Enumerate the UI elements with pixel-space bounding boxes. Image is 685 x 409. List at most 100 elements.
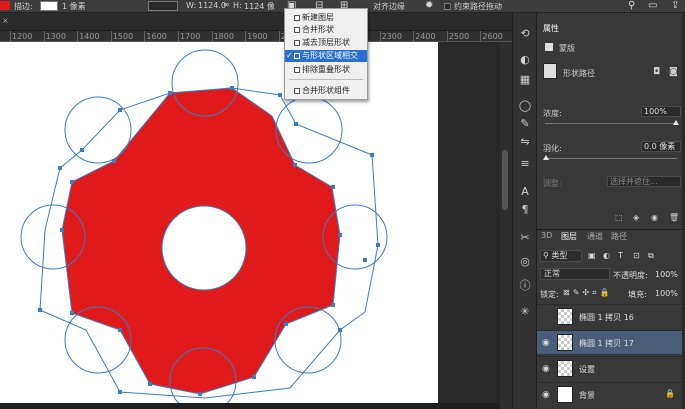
constrain-path-checkbox[interactable] [444, 3, 451, 10]
ruler-tick [178, 31, 179, 41]
ruler-tick [110, 31, 112, 41]
layer-visibility-eye-icon[interactable]: ◉ [542, 390, 550, 400]
ruler-label: 1600 [146, 32, 167, 41]
layer-row[interactable]: ◉ 设置 [537, 356, 685, 380]
check-mark-icon: ✓ [286, 51, 293, 60]
fill-color-swatch[interactable] [0, 1, 10, 10]
navigator-icon[interactable]: ◎ [518, 255, 532, 269]
mask-label: 蒙版 [559, 44, 575, 53]
filter-shape-icon[interactable]: ⊡ [633, 251, 640, 260]
vertical-scrollbar[interactable] [500, 42, 512, 409]
share-icon[interactable]: ⇪ [671, 0, 679, 11]
intersect-shape-areas-icon [294, 53, 300, 59]
menu-item-exclude-overlapping-shapes[interactable]: 排除重叠形状 [285, 64, 367, 76]
width-value[interactable]: 1124.0 [198, 1, 226, 10]
filter-adjust-icon[interactable]: ◐ [603, 251, 610, 260]
menu-item-label: 合并形状 [302, 25, 334, 34]
ruler-label: 1800 [213, 32, 234, 41]
info-icon[interactable]: ⓘ [518, 279, 532, 293]
filter-pixel-icon[interactable]: ▣ [588, 251, 596, 260]
visibility-icon[interactable]: ◉ [651, 213, 658, 222]
menu-item-merge-shape-components[interactable]: 合并形状组件 [285, 85, 367, 97]
tab-channels[interactable]: 通道 [587, 231, 603, 242]
tab-layers[interactable]: 图层 [561, 231, 577, 242]
fill-value[interactable]: 100% [655, 289, 678, 298]
layer-thumbnail [557, 386, 573, 403]
ruler-label: 2600 [482, 32, 503, 41]
layer-visibility-eye-icon[interactable]: ◉ [542, 364, 550, 374]
lock-label: 锁定: [540, 290, 559, 299]
brush-settings-icon[interactable]: ⇋ [518, 135, 532, 149]
delete-mask-icon[interactable]: 🗑 [669, 213, 679, 222]
ruler-label: 1200 [12, 32, 33, 41]
menu-item-combine-shapes[interactable]: 合并形状 [285, 24, 367, 36]
ruler-label: 1900 [247, 32, 268, 41]
paragraph-icon[interactable]: ¶ [518, 203, 532, 217]
history-icon[interactable]: ⟲ [518, 27, 532, 41]
swatches-icon[interactable]: ▦ [518, 73, 532, 87]
select-mask-icon[interactable]: ◘ [653, 67, 660, 77]
density-slider-knob[interactable] [673, 120, 679, 125]
3d-icon[interactable]: ✳ [518, 305, 532, 319]
horizontal-scrollbar[interactable] [0, 403, 500, 409]
close-tab-icon[interactable]: × [2, 16, 9, 25]
layer-row[interactable]: ◉ 椭圆 1 拷贝 17 [537, 330, 685, 354]
layer-row[interactable]: 椭圆 1 拷贝 16 [537, 304, 685, 328]
load-selection-icon[interactable]: ⬚ [615, 213, 623, 222]
settings-gear-icon[interactable]: ✹ [425, 0, 433, 11]
tools-preset-icon[interactable]: ✂ [518, 231, 532, 245]
properties-tab[interactable]: 属性 [543, 23, 559, 34]
density-field[interactable]: 100% [641, 106, 681, 117]
layer-visibility-eye-icon[interactable]: ◉ [542, 338, 550, 348]
opacity-value[interactable]: 100% [655, 270, 678, 279]
ruler-label: 1500 [112, 32, 134, 41]
align-edges-label[interactable]: 对齐边缘 [373, 1, 405, 12]
ruler-tick [10, 31, 11, 41]
menu-item-subtract-front-shape[interactable]: 减去顶层形状 [285, 37, 367, 49]
link-icon[interactable]: ∞ [223, 0, 230, 9]
document-tab-bar: × [0, 13, 512, 31]
apply-mask-icon[interactable]: ◙ [669, 67, 678, 77]
panel-icon-strip: ⟲ ◐ ▦ ◯ ✎ ⇋ ≡ A ¶ ✂ ◎ ⓘ ✳ [512, 13, 536, 409]
ruler-label: 2500 [448, 32, 470, 41]
density-slider[interactable] [545, 123, 677, 124]
select-and-mask-button[interactable]: 选择并遮住... [607, 176, 681, 187]
stroke-width-value[interactable]: 1 像素 [62, 1, 86, 12]
apply-mask-action-icon[interactable]: ◈ [633, 213, 639, 222]
menu-item-intersect-shape-areas[interactable]: ✓ 与形状区域相交 [285, 50, 367, 62]
ruler-tick [43, 31, 45, 41]
paragraph-style-icon[interactable]: ≡ [518, 157, 532, 171]
workspace-icon[interactable]: ▭ [648, 0, 657, 11]
canvas-artboard[interactable] [0, 42, 438, 409]
layer-name: 椭圆 1 拷贝 16 [579, 313, 634, 322]
filter-type-icon[interactable]: T [618, 251, 623, 260]
adjustments-icon[interactable]: ◯ [518, 99, 532, 113]
tab-paths[interactable]: 路径 [611, 231, 627, 242]
layer-thumbnail [557, 308, 573, 325]
feather-field[interactable]: 0.0 像素 [641, 141, 681, 152]
horizontal-ruler: 1200130014001500160017001800190020002100… [0, 31, 512, 42]
color-icon[interactable]: ◐ [518, 53, 532, 67]
brush-icon[interactable]: ✎ [518, 117, 532, 131]
layer-row[interactable]: ◉ 背景 🔒 [537, 382, 685, 406]
menu-item-label: 排除重叠形状 [302, 65, 350, 74]
feather-slider-knob[interactable] [543, 155, 549, 160]
stroke-type-dropdown[interactable] [148, 1, 178, 11]
filter-kind-dropdown[interactable]: ⚲ 类型 [540, 250, 582, 262]
feather-slider[interactable] [545, 158, 677, 159]
menu-item-label: 新建图层 [302, 13, 334, 22]
character-icon[interactable]: A [518, 185, 532, 199]
height-value[interactable]: 1124 像 [244, 1, 275, 12]
search-icon[interactable]: ⚲ [628, 0, 635, 11]
tab-3d[interactable]: 3D [541, 231, 552, 240]
ruler-label: 2400 [415, 32, 436, 41]
subtract-front-shape-icon [294, 40, 300, 46]
layer-name: 设置 [579, 365, 595, 374]
ruler-label: 2300 [381, 32, 402, 41]
vertical-scroll-thumb[interactable] [502, 150, 508, 210]
blend-mode-dropdown[interactable]: 正常 [540, 268, 610, 280]
lock-icons[interactable]: ⊠✎✣⌗🔒 [563, 288, 613, 298]
menu-item-new-layer[interactable]: 新建图层 [285, 12, 367, 24]
filter-smart-icon[interactable]: ⧉ [648, 251, 654, 261]
stroke-color-swatch[interactable] [40, 1, 58, 11]
